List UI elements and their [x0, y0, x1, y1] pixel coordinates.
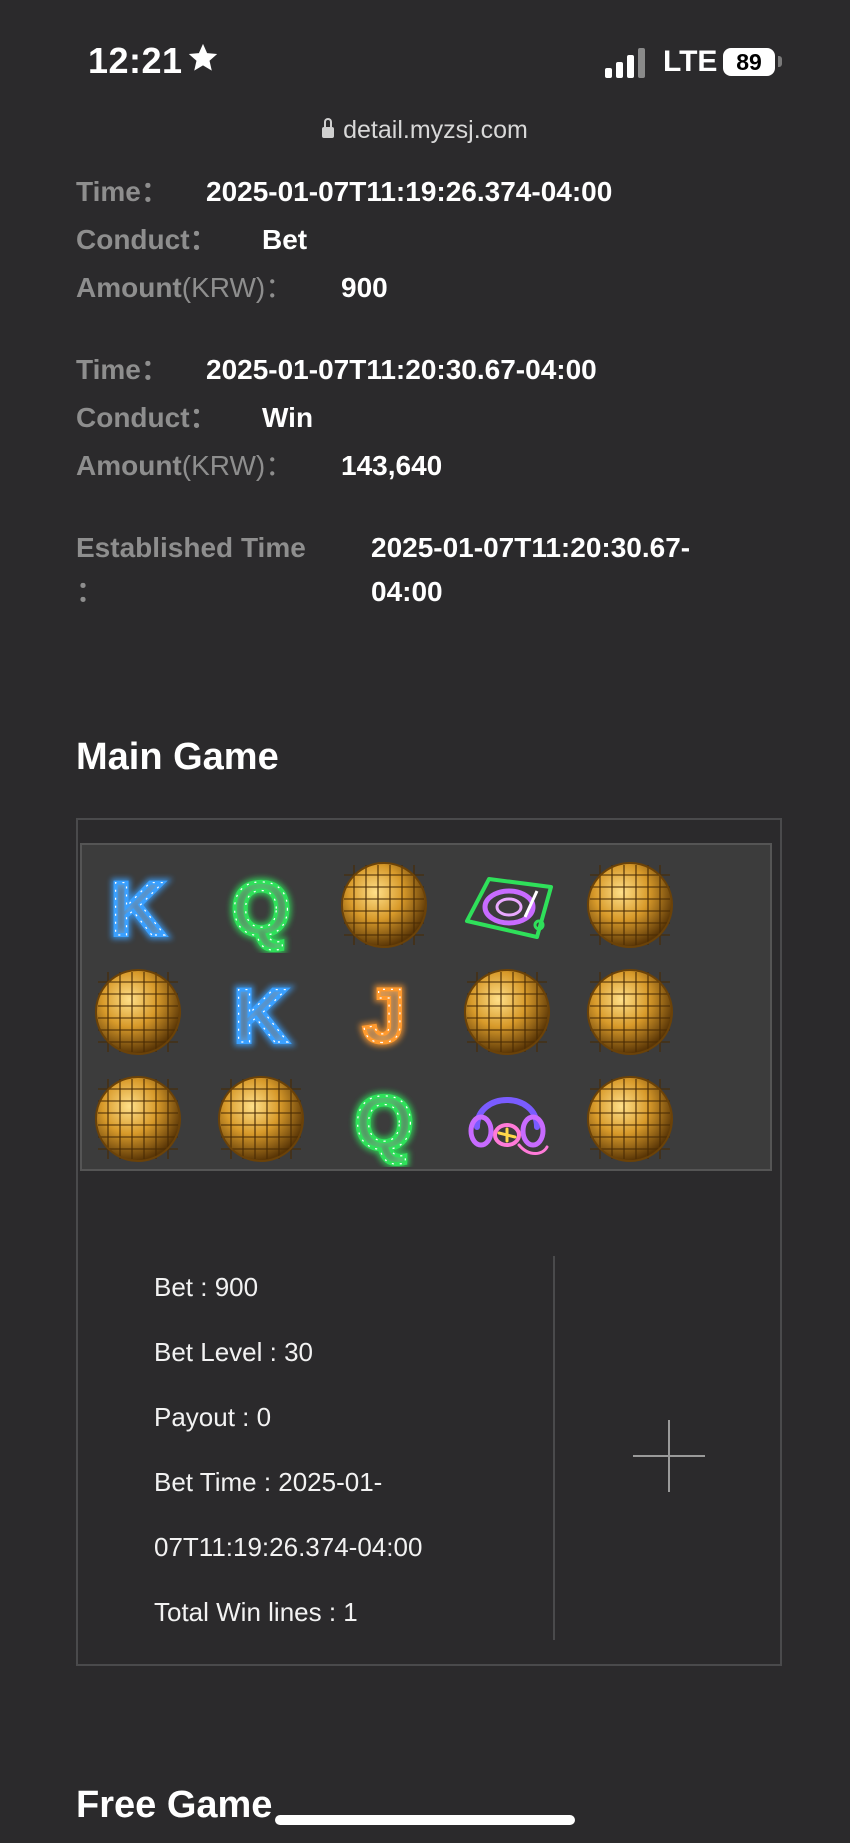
svg-text:Q: Q [231, 867, 290, 952]
plus-icon[interactable] [633, 1420, 705, 1492]
time-label: Time： [76, 176, 169, 207]
url-bar[interactable]: detail.myzsj.com [0, 116, 850, 145]
disco-ball-symbol [336, 857, 432, 953]
k-symbol: KKK [213, 964, 309, 1063]
main-game-panel: KKKQQQKKKJJJQQQ Bet : 900 Bet Level : 30… [76, 818, 782, 1666]
k-symbol: KKK [90, 857, 186, 956]
q-symbol: QQQ [213, 857, 309, 956]
amount-label: Amount(KRW)： [76, 450, 294, 481]
amount-value: 900 [341, 272, 388, 303]
total-win-lines-info: Total Win lines : 1 [154, 1597, 358, 1627]
turntable-symbol [459, 857, 555, 953]
q-symbol: QQQ [336, 1071, 432, 1170]
panel-divider [553, 1256, 555, 1640]
disco-ball-symbol [582, 1071, 678, 1167]
svg-text:K: K [234, 974, 289, 1059]
url-domain: detail.myzsj.com [343, 116, 528, 144]
disco-ball-symbol [90, 964, 186, 1060]
disco-ball-symbol [459, 964, 555, 1060]
battery-cap [778, 56, 782, 67]
status-bar: 12:21 LTE 89 [0, 0, 850, 120]
established-label: Established Time [76, 532, 306, 563]
bet-time-info-cont: 07T11:19:26.374-04:00 [154, 1532, 423, 1562]
time-label: Time： [76, 354, 169, 385]
headphones-symbol [459, 1071, 555, 1167]
disco-ball-symbol [582, 857, 678, 953]
svg-text:J: J [363, 974, 405, 1059]
network-type: LTE [663, 45, 718, 78]
amount-label: Amount(KRW)： [76, 272, 294, 303]
home-indicator[interactable] [275, 1815, 575, 1825]
battery-icon: 89 [723, 48, 775, 76]
established-value-line2: 04:00 [371, 576, 443, 607]
svg-text:Q: Q [354, 1081, 413, 1166]
conduct-label: Conduct： [76, 402, 218, 433]
star-icon [188, 43, 218, 71]
reel-grid: KKKQQQKKKJJJQQQ [80, 843, 772, 1171]
established-colon: ： [76, 576, 105, 607]
bet-level-info: Bet Level : 30 [154, 1337, 313, 1367]
bet-info: Bet : 900 [154, 1272, 259, 1302]
status-time: 12:21 [88, 40, 183, 81]
conduct-value: Win [262, 402, 314, 433]
time-value: 2025-01-07T11:20:30.67-04:00 [206, 354, 597, 385]
disco-ball-symbol [582, 964, 678, 1060]
signal-icon [605, 48, 645, 78]
lock-icon [322, 118, 335, 138]
conduct-value: Bet [262, 224, 308, 255]
payout-info: Payout : 0 [154, 1402, 272, 1432]
disco-ball-symbol [90, 1071, 186, 1167]
time-value: 2025-01-07T11:19:26.374-04:00 [206, 176, 613, 207]
amount-value: 143,640 [341, 450, 443, 481]
svg-text:K: K [111, 867, 166, 952]
free-game-title: Free Game [76, 1784, 273, 1826]
conduct-label: Conduct： [76, 224, 218, 255]
bet-time-info: Bet Time : 2025-01- [154, 1467, 383, 1497]
disco-ball-symbol [213, 1071, 309, 1167]
established-value-line1: 2025-01-07T11:20:30.67- [371, 532, 691, 563]
main-game-title: Main Game [76, 736, 279, 778]
j-symbol: JJJ [336, 964, 432, 1063]
